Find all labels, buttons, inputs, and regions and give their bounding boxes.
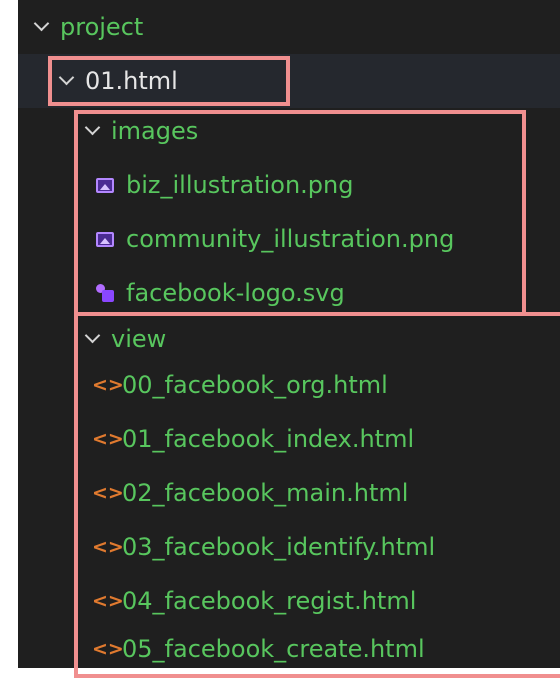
folder-label-view: view (111, 325, 167, 353)
file-name: 03_facebook_identify.html (122, 533, 436, 561)
tree-folder-images[interactable]: images (18, 104, 560, 158)
chevron-down-icon (85, 124, 99, 138)
tree-file[interactable]: <> 02_facebook_main.html (18, 466, 560, 520)
html-file-icon: <> (92, 637, 124, 660)
folder-label-01-html: 01.html (85, 67, 178, 95)
file-name: community_illustration.png (126, 225, 455, 253)
tree-file[interactable]: <> 00_facebook_org.html (18, 358, 560, 412)
tree-file[interactable]: <> 03_facebook_identify.html (18, 520, 560, 574)
tree-file[interactable]: biz_illustration.png (18, 158, 560, 212)
tree-folder-project[interactable]: project (18, 0, 560, 54)
chevron-down-icon (59, 74, 73, 88)
file-name: 00_facebook_org.html (122, 371, 388, 399)
file-name: biz_illustration.png (126, 171, 354, 199)
svg-file-icon (96, 284, 114, 302)
file-name: 01_facebook_index.html (122, 425, 415, 453)
file-name: 02_facebook_main.html (122, 479, 409, 507)
file-name: 05_facebook_create.html (122, 635, 425, 663)
tree-file[interactable]: <> 04_facebook_regist.html (18, 574, 560, 628)
folder-label-project: project (60, 13, 144, 41)
html-file-icon: <> (92, 481, 124, 504)
image-file-icon (96, 231, 114, 247)
html-file-icon: <> (92, 589, 124, 612)
file-name: 04_facebook_regist.html (122, 587, 417, 615)
chevron-down-icon (34, 20, 48, 34)
tree-file[interactable]: <> 05_facebook_create.html (18, 622, 560, 668)
image-file-icon (96, 177, 114, 193)
html-file-icon: <> (92, 535, 124, 558)
file-explorer-panel: project 01.html images biz_illustration.… (18, 0, 560, 668)
file-name: facebook-logo.svg (126, 279, 345, 307)
folder-label-images: images (111, 117, 199, 145)
chevron-down-icon (85, 332, 99, 346)
tree-folder-01-html[interactable]: 01.html (18, 54, 560, 108)
html-file-icon: <> (92, 427, 124, 450)
tree-file[interactable]: community_illustration.png (18, 212, 560, 266)
html-file-icon: <> (92, 373, 124, 396)
tree-file[interactable]: <> 01_facebook_index.html (18, 412, 560, 466)
